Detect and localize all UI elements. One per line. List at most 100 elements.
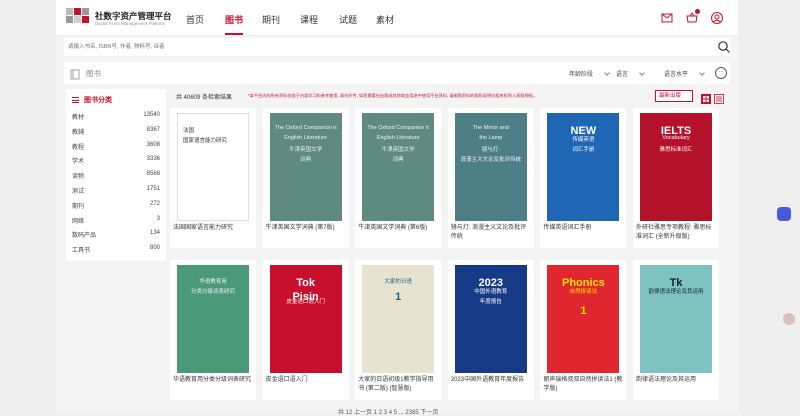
cart-icon[interactable] — [685, 9, 700, 25]
book-title[interactable]: 大家的日语初级1教学指导用书 (第二版) (智慧版) — [358, 376, 438, 394]
book-card[interactable]: The Oxford Companion to English Literatur… — [262, 108, 349, 248]
category-item[interactable]: 期刊 272 — [72, 201, 160, 213]
category-item[interactable]: 数码产品 134 — [72, 230, 160, 242]
nav-courses[interactable]: 课程 — [300, 13, 318, 26]
filter-language-level[interactable]: 语言水平 — [664, 69, 704, 78]
book-cover[interactable]: The Oxford Companion to English Literatur… — [362, 113, 435, 221]
cover-text: English Literature — [284, 135, 327, 141]
category-item[interactable]: 学术 3336 — [72, 156, 160, 168]
nav-questions[interactable]: 试题 — [339, 13, 357, 26]
book-cover[interactable]: Tok Pisin 皮金语口语入门 — [269, 265, 342, 373]
book-cover[interactable]: The Mirror and the Lamp 镜与灯: 浪漫主义文论及批评传统 — [454, 113, 527, 221]
book-card[interactable]: Phonics 自然拼读法 1 丽声瑞格叔叔自然拼读法1 (教学版) — [540, 260, 627, 400]
sort-label: 最新出版 — [659, 93, 682, 99]
category-item[interactable]: 网络 3 — [72, 216, 160, 228]
chat-widget-icon[interactable] — [777, 207, 791, 221]
assistant-avatar[interactable] — [783, 313, 795, 325]
more-filters-button[interactable]: ··· — [715, 67, 727, 79]
cover-text: 法国 — [183, 128, 195, 134]
cover-text: English Literature — [376, 135, 420, 141]
book-title[interactable]: 牛津英国文学词典 (第7版) — [266, 224, 346, 233]
book-title[interactable]: 皮金语口语入门 — [266, 376, 346, 385]
top-header: 社数字资产管理平台 Digital Asset Management Platf… — [56, 0, 738, 36]
cover-text: 浪漫主义文论及批评传统 — [460, 157, 522, 163]
filter-age[interactable]: 年龄阶段 — [569, 69, 609, 78]
category-label: 教材 — [72, 115, 85, 121]
category-item[interactable]: 测试 1751 — [72, 186, 160, 198]
book-card[interactable]: 大家的日语 1 大家的日语初级1教学指导用书 (第二版) (智慧版) — [355, 260, 442, 400]
user-icon[interactable] — [710, 11, 724, 25]
sort-dropdown[interactable]: 最新出版 — [655, 90, 693, 102]
pager-total: 共 12 — [338, 410, 353, 416]
category-count: 134 — [149, 230, 160, 237]
cover-text: 传媒英语 — [572, 137, 595, 143]
category-item[interactable]: 教辅 8367 — [72, 127, 160, 139]
book-title[interactable]: 外研社雅思专项教程: 雅思标准词汇 (全新升级版) — [636, 224, 716, 242]
search-icon[interactable] — [717, 40, 731, 54]
book-card[interactable]: Tok Pisin 皮金语口语入门皮金语口语入门 — [262, 260, 349, 400]
book-card[interactable]: Tk 韵律语法理论及其运用韵律语法理论及其运用 — [633, 260, 719, 400]
book-card[interactable]: The Oxford Companion to English Literatur… — [355, 108, 442, 248]
list-view-icon[interactable] — [714, 91, 724, 104]
search-bar — [64, 38, 730, 56]
cover-text: 雅思标准词汇 — [659, 147, 693, 153]
book-title[interactable]: 牛津英国文学词典 (第6版) — [358, 224, 438, 233]
book-cover[interactable]: 大家的日语 1 — [362, 265, 435, 373]
category-item[interactable]: 教程 3608 — [72, 142, 160, 154]
nav-journals[interactable]: 期刊 — [262, 13, 280, 26]
cover-text: The Oxford Companion to — [274, 125, 337, 131]
book-cover[interactable]: The Oxford Companion to English Literatur… — [269, 113, 342, 221]
page: 社数字资产管理平台 Digital Asset Management Platf… — [56, 0, 738, 416]
book-card[interactable]: 华语教育用 分类分级词表研究 华语教育用分类分级词表研究 — [170, 260, 256, 400]
book-title[interactable]: 华语教育用分类分级词表研究 — [173, 376, 253, 385]
book-title[interactable]: 2023中国外语教育年度报告 — [451, 376, 531, 385]
book-title[interactable]: 镜与灯: 浪漫主义文论及批评传统 — [451, 224, 531, 242]
category-label: 读物 — [72, 174, 85, 181]
cover-text: The Oxford Companion to — [367, 125, 430, 131]
book-card[interactable]: 法国 国家语言能力研究 法国国家语言能力研究 — [170, 108, 256, 248]
book-title[interactable]: 韵律语法理论及其运用 — [636, 376, 716, 385]
book-card[interactable]: 2023 中国外语教育 年度报告 2023中国外语教育年度报告 — [447, 260, 534, 400]
book-cover[interactable]: 2023 中国外语教育 年度报告 — [454, 265, 527, 373]
category-title-label: 图书分类 — [84, 97, 112, 104]
nav-books[interactable]: 图书 — [225, 13, 244, 35]
pager-prev[interactable]: 上一页 — [354, 410, 372, 416]
category-count: 3608 — [146, 141, 160, 148]
grid-view-icon[interactable] — [701, 91, 711, 104]
pagination: 共 12 上一页 1 2 3 4 5 ... 2385 下一页 — [338, 407, 438, 416]
category-label: 数码产品 — [72, 233, 97, 240]
category-item[interactable]: 工具书 800 — [72, 245, 160, 257]
category-item[interactable]: 读物 8568 — [72, 171, 160, 183]
cover-text: 词典 — [300, 157, 312, 163]
nav-home[interactable]: 首页 — [186, 13, 204, 26]
cover-text: 分类分级词表研究 — [190, 289, 235, 295]
book-title[interactable]: 丽声瑞格叔叔自然拼读法1 (教学版) — [543, 376, 623, 394]
book-cover[interactable]: 华语教育用 分类分级词表研究 — [177, 265, 249, 373]
category-count: 800 — [149, 245, 160, 252]
category-count: 13540 — [143, 112, 160, 118]
category-label: 教程 — [72, 144, 85, 151]
search-input[interactable] — [64, 38, 704, 56]
book-card[interactable]: The Mirror and the Lamp 镜与灯: 浪漫主义文论及批评传统镜与灯… — [447, 108, 534, 248]
book-cover[interactable]: 法国 国家语言能力研究 — [177, 113, 249, 221]
book-cover[interactable]: Tk 韵律语法理论及其运用 — [640, 265, 712, 373]
book-cover[interactable]: Phonics 自然拼读法 1 — [547, 265, 620, 373]
cart-badge — [695, 9, 700, 14]
pager-next[interactable]: 下一页 — [420, 410, 438, 416]
book-title[interactable]: 法国国家语言能力研究 — [173, 224, 253, 233]
book-title[interactable]: 传媒英语词汇手册 — [543, 224, 623, 233]
cover-text: 中国外语教育 — [474, 289, 508, 295]
book-cover[interactable]: NEW 传媒英语 词汇手册 — [547, 113, 620, 221]
brand-subtitle: Digital Asset Management Platform — [95, 21, 166, 26]
category-item[interactable]: 教材 13540 — [72, 112, 160, 124]
nav-materials[interactable]: 素材 — [376, 13, 394, 26]
cover-text: Vocabulary — [662, 135, 690, 141]
filter-language[interactable]: 语言 — [616, 69, 644, 78]
pager-pages[interactable]: 1 2 3 4 5 ... 2385 — [374, 410, 419, 416]
book-card[interactable]: IELTS Vocabulary 雅思标准词汇 外研社雅思专项教程: 雅思标准词汇 (… — [633, 108, 719, 248]
mail-icon[interactable] — [660, 11, 674, 25]
book-cover[interactable]: IELTS Vocabulary 雅思标准词汇 — [640, 113, 712, 221]
cover-text: 1 — [580, 305, 587, 317]
cover-text: 大家的日语 — [384, 279, 412, 285]
book-card[interactable]: NEW 传媒英语 词汇手册传媒英语词汇手册 — [540, 108, 627, 248]
